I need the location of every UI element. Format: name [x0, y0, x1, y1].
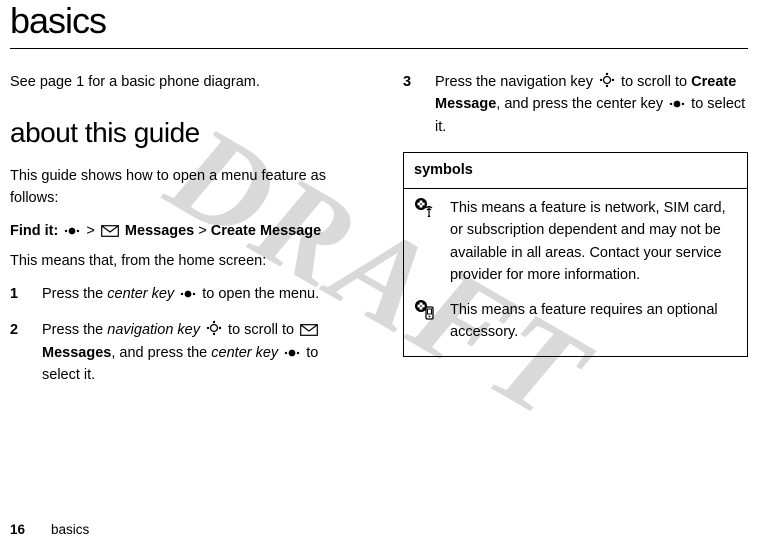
network-dependent-icon — [414, 197, 438, 287]
symbols-row-accessory: This means a feature requires an optiona… — [404, 299, 747, 356]
nav-key-icon — [206, 320, 222, 336]
envelope-icon — [101, 225, 119, 237]
center-key-icon — [180, 288, 196, 300]
step-3-d: , and press the center key — [496, 96, 667, 112]
symbols-row-network: This means a feature is network, SIM car… — [404, 189, 747, 299]
center-key-icon — [669, 98, 685, 110]
step-2: 2 Press the navigation key to scroll to … — [10, 319, 355, 386]
findit-create: Create Message — [211, 223, 321, 239]
means-from-home: This means that, from the home screen: — [10, 250, 355, 272]
step-3-body: Press the navigation key to scroll to Cr… — [435, 71, 748, 138]
symbols-header: symbols — [404, 153, 747, 188]
column-left: See page 1 for a basic phone diagram. ab… — [10, 71, 355, 401]
step-2-d: Messages — [42, 345, 111, 361]
nav-key-icon — [599, 72, 615, 88]
gt-1: > — [86, 223, 94, 239]
step-1-a: Press the — [42, 286, 107, 302]
step-2-c: to scroll to — [224, 322, 298, 338]
symbols-accessory-text: This means a feature requires an optiona… — [450, 299, 737, 344]
center-key-icon — [284, 347, 300, 359]
findit-messages: Messages — [125, 223, 194, 239]
step-1-body: Press the center key to open the menu. — [42, 283, 355, 305]
step-2-b: navigation key — [107, 322, 200, 338]
page-footer: 16 basics — [10, 522, 89, 537]
step-1: 1 Press the center key to open the menu. — [10, 283, 355, 305]
step-3-b: to scroll to — [617, 74, 691, 90]
center-key-icon — [64, 225, 80, 237]
page-number: 16 — [10, 522, 25, 537]
step-3: 3 Press the navigation key to scroll to … — [403, 71, 748, 138]
step-2-num: 2 — [10, 319, 20, 341]
intro-text: See page 1 for a basic phone diagram. — [10, 71, 355, 93]
guide-intro: This guide shows how to open a menu feat… — [10, 165, 355, 210]
column-right: 3 Press the navigation key to scroll to … — [403, 71, 748, 401]
step-1-num: 1 — [10, 283, 20, 305]
footer-section: basics — [51, 522, 89, 537]
symbols-box: symbols — [403, 152, 748, 356]
step-2-body: Press the navigation key to scroll to Me… — [42, 319, 355, 386]
step-3-num: 3 — [403, 71, 413, 93]
symbols-network-text: This means a feature is network, SIM car… — [450, 197, 737, 287]
step-2-f: center key — [211, 345, 278, 361]
step-1-c: to open the menu. — [198, 286, 319, 302]
step-3-a: Press the navigation key — [435, 74, 597, 90]
step-1-b: center key — [107, 286, 174, 302]
section-heading: about this guide — [10, 111, 355, 154]
envelope-icon — [300, 324, 318, 336]
step-2-e: , and press the — [111, 345, 211, 361]
find-it-line: Find it: > Messages > Create Message — [10, 220, 355, 242]
accessory-required-icon — [414, 299, 438, 344]
gt-2: > — [198, 223, 206, 239]
title-rule — [10, 48, 748, 49]
page-title: basics — [10, 0, 748, 42]
step-2-a: Press the — [42, 322, 107, 338]
find-it-label: Find it: — [10, 223, 58, 239]
